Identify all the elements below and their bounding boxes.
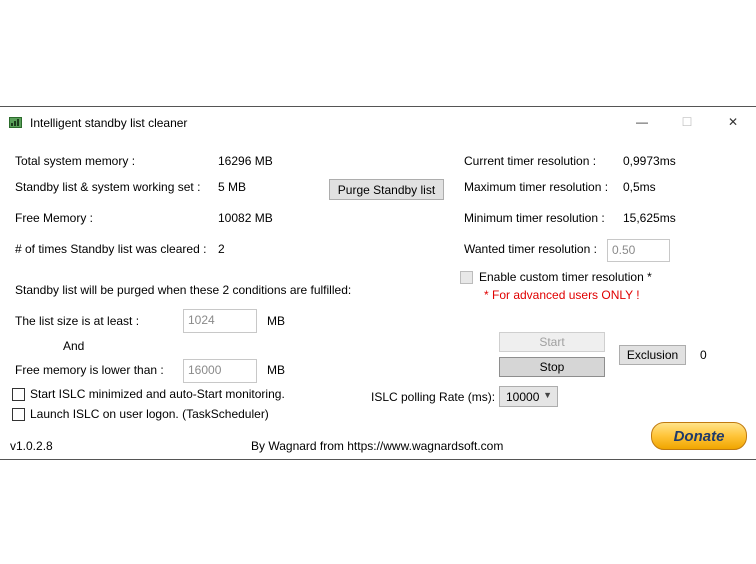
- and-label: And: [63, 339, 85, 353]
- start-minimized-checkbox[interactable]: [12, 388, 25, 401]
- standby-list-value: 5 MB: [218, 180, 247, 194]
- polling-rate-select[interactable]: 10000 ▼: [499, 386, 558, 407]
- polling-rate-value: 10000: [506, 389, 540, 404]
- conditions-heading: Standby list will be purged when these 2…: [15, 283, 352, 297]
- version-label: v1.0.2.8: [10, 439, 53, 453]
- chevron-down-icon: ▼: [543, 390, 552, 400]
- total-memory-label: Total system memory :: [15, 154, 136, 168]
- launch-logon-checkbox[interactable]: [12, 408, 25, 421]
- current-timer-value: 0,9973ms: [623, 154, 676, 168]
- wanted-timer-input[interactable]: 0.50: [607, 239, 670, 262]
- advanced-users-note: * For advanced users ONLY !: [484, 288, 640, 302]
- free-memory-condition-label: Free memory is lower than :: [15, 363, 164, 377]
- app-icon: [9, 117, 22, 128]
- free-memory-value: 10082 MB: [218, 211, 273, 225]
- close-icon: ✕: [727, 115, 739, 129]
- purge-standby-button[interactable]: Purge Standby list: [329, 179, 444, 200]
- app-window: Intelligent standby list cleaner — ☐ ✕ T…: [0, 106, 756, 460]
- start-minimized-label: Start ISLC minimized and auto-Start moni…: [30, 387, 285, 401]
- maximize-button[interactable]: ☐: [673, 111, 701, 133]
- max-timer-label: Maximum timer resolution :: [464, 180, 609, 194]
- free-memory-input[interactable]: 16000: [183, 359, 257, 383]
- stop-button[interactable]: Stop: [499, 357, 605, 377]
- custom-timer-checkbox[interactable]: [460, 271, 473, 284]
- list-size-unit: MB: [267, 314, 285, 328]
- start-button[interactable]: Start: [499, 332, 605, 352]
- total-memory-value: 16296 MB: [218, 154, 273, 168]
- credit-link[interactable]: By Wagnard from https://www.wagnardsoft.…: [251, 439, 503, 453]
- free-memory-unit: MB: [267, 363, 285, 377]
- free-memory-label: Free Memory :: [15, 211, 94, 225]
- list-size-input[interactable]: 1024: [183, 309, 257, 333]
- donate-button[interactable]: Donate: [651, 422, 747, 450]
- current-timer-label: Current timer resolution :: [464, 154, 597, 168]
- exclusion-button[interactable]: Exclusion: [619, 345, 686, 365]
- window-title: Intelligent standby list cleaner: [30, 116, 188, 130]
- minimize-icon: —: [636, 115, 648, 129]
- cleared-count-label: # of times Standby list was cleared :: [15, 242, 207, 256]
- list-size-label: The list size is at least :: [15, 314, 140, 328]
- cleared-count-value: 2: [218, 242, 225, 256]
- wanted-timer-label: Wanted timer resolution :: [464, 242, 597, 256]
- max-timer-value: 0,5ms: [623, 180, 656, 194]
- minimize-button[interactable]: —: [628, 111, 656, 133]
- maximize-icon: ☐: [681, 115, 693, 129]
- custom-timer-label: Enable custom timer resolution *: [479, 270, 652, 284]
- standby-list-label: Standby list & system working set :: [15, 180, 201, 194]
- min-timer-label: Minimum timer resolution :: [464, 211, 605, 225]
- launch-logon-label: Launch ISLC on user logon. (TaskSchedule…: [30, 407, 269, 421]
- min-timer-value: 15,625ms: [623, 211, 676, 225]
- close-button[interactable]: ✕: [719, 111, 747, 133]
- exclusion-count: 0: [700, 348, 707, 362]
- polling-rate-label: ISLC polling Rate (ms):: [371, 390, 496, 404]
